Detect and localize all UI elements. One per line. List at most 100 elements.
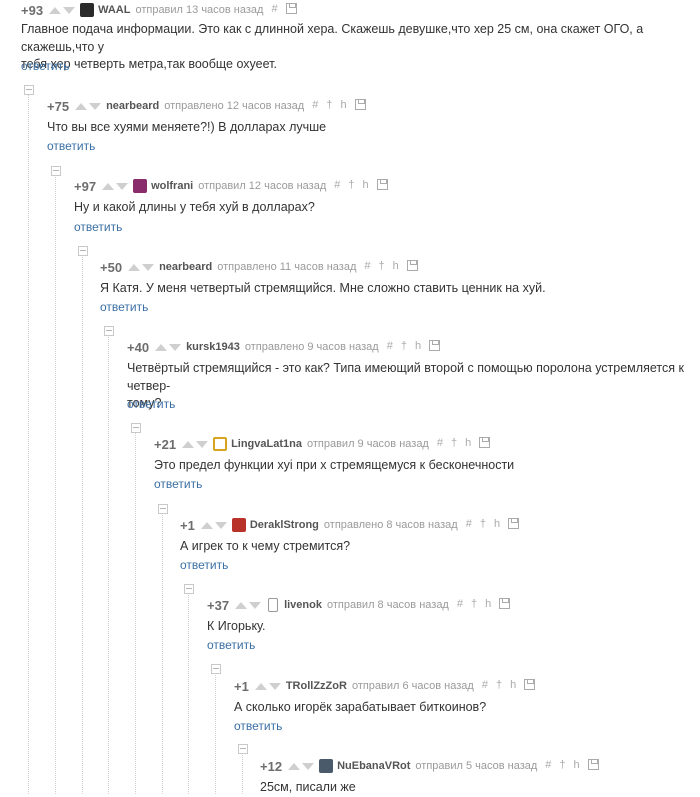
downvote-icon[interactable] bbox=[169, 343, 182, 351]
hash-icon[interactable]: # bbox=[457, 598, 463, 612]
branch-icon[interactable]: h bbox=[415, 340, 421, 354]
upvote-icon[interactable] bbox=[288, 762, 301, 770]
downvote-icon[interactable] bbox=[142, 263, 155, 271]
collapse-toggle[interactable] bbox=[238, 744, 248, 754]
branch-icon[interactable]: h bbox=[574, 759, 580, 773]
branch-icon[interactable]: h bbox=[393, 260, 399, 274]
avatar-icon[interactable] bbox=[231, 518, 246, 532]
save-icon[interactable] bbox=[508, 518, 520, 532]
hash-icon[interactable]: # bbox=[466, 518, 472, 532]
save-icon[interactable] bbox=[524, 679, 536, 693]
pin-icon[interactable]: † bbox=[348, 179, 354, 193]
pin-icon[interactable]: † bbox=[326, 99, 332, 113]
upvote-icon[interactable] bbox=[182, 440, 195, 448]
branch-icon[interactable]: h bbox=[362, 179, 368, 193]
comment-author[interactable]: NuEbanaVRot bbox=[337, 760, 410, 772]
hash-icon[interactable]: # bbox=[482, 679, 488, 693]
thread-line bbox=[135, 432, 136, 794]
reply-link[interactable]: ответить bbox=[74, 220, 122, 234]
avatar-icon[interactable] bbox=[133, 179, 148, 193]
collapse-toggle[interactable] bbox=[104, 326, 114, 336]
downvote-icon[interactable] bbox=[268, 682, 281, 690]
branch-icon[interactable]: h bbox=[465, 437, 471, 451]
comment-author[interactable]: livenok bbox=[284, 599, 322, 611]
collapse-toggle[interactable] bbox=[24, 85, 34, 95]
comment-header: +97 wolfrani отправил 12 часов назад # † h bbox=[74, 178, 388, 194]
reply-link[interactable]: ответить bbox=[47, 139, 95, 153]
pin-icon[interactable]: † bbox=[451, 437, 457, 451]
collapse-toggle[interactable] bbox=[78, 246, 88, 256]
downvote-icon[interactable] bbox=[302, 762, 315, 770]
comment-author[interactable]: kursk1943 bbox=[186, 341, 240, 353]
upvote-icon[interactable] bbox=[155, 343, 168, 351]
collapse-toggle[interactable] bbox=[184, 584, 194, 594]
reply-link[interactable]: ответить bbox=[154, 477, 202, 491]
hash-icon[interactable]: # bbox=[334, 179, 340, 193]
pin-icon[interactable]: † bbox=[379, 260, 385, 274]
pin-icon[interactable]: † bbox=[471, 598, 477, 612]
downvote-icon[interactable] bbox=[116, 182, 129, 190]
comment-author[interactable]: nearbeard bbox=[159, 261, 212, 273]
hash-icon[interactable]: # bbox=[437, 437, 443, 451]
comment-author[interactable]: LingvaLat1na bbox=[231, 438, 302, 450]
downvote-icon[interactable] bbox=[89, 102, 102, 110]
save-icon[interactable] bbox=[376, 179, 388, 193]
save-icon[interactable] bbox=[587, 759, 599, 773]
collapse-toggle[interactable] bbox=[158, 504, 168, 514]
upvote-icon[interactable] bbox=[235, 601, 248, 609]
avatar-icon[interactable] bbox=[319, 759, 334, 773]
comment-time: отправлено 11 часов назад bbox=[217, 261, 357, 273]
upvote-icon[interactable] bbox=[200, 521, 213, 529]
branch-icon[interactable]: h bbox=[510, 679, 516, 693]
upvote-icon[interactable] bbox=[49, 6, 62, 14]
comment-author[interactable]: WAAL bbox=[98, 4, 130, 16]
save-icon[interactable] bbox=[406, 260, 418, 274]
comment-actions: # † h bbox=[482, 679, 536, 693]
hash-icon[interactable]: # bbox=[271, 3, 277, 17]
comment-author[interactable]: TRollZzZoR bbox=[286, 680, 347, 692]
downvote-icon[interactable] bbox=[214, 521, 227, 529]
vote-controls bbox=[155, 343, 182, 351]
reply-link[interactable]: ответить bbox=[21, 59, 69, 73]
pin-icon[interactable]: † bbox=[496, 679, 502, 693]
reply-link[interactable]: ответить bbox=[207, 638, 255, 652]
branch-icon[interactable]: h bbox=[494, 518, 500, 532]
collapse-toggle[interactable] bbox=[131, 423, 141, 433]
reply-link[interactable]: ответить bbox=[100, 300, 148, 314]
downvote-icon[interactable] bbox=[63, 6, 76, 14]
downvote-icon[interactable] bbox=[249, 601, 262, 609]
avatar-icon[interactable] bbox=[268, 598, 279, 612]
comment-author[interactable]: nearbeard bbox=[106, 100, 159, 112]
upvote-icon[interactable] bbox=[254, 682, 267, 690]
reply-link[interactable]: ответить bbox=[127, 397, 175, 411]
hash-icon[interactable]: # bbox=[364, 260, 370, 274]
upvote-icon[interactable] bbox=[102, 182, 115, 190]
pin-icon[interactable]: † bbox=[480, 518, 486, 532]
upvote-icon[interactable] bbox=[75, 102, 88, 110]
upvote-icon[interactable] bbox=[128, 263, 141, 271]
hash-icon[interactable]: # bbox=[312, 99, 318, 113]
reply-link[interactable]: ответить bbox=[180, 558, 228, 572]
hash-icon[interactable]: # bbox=[387, 340, 393, 354]
save-icon[interactable] bbox=[499, 598, 511, 612]
comment-header: +12 NuEbanaVRot отправил 5 часов назад #… bbox=[260, 758, 599, 774]
reply-link[interactable]: ответить bbox=[234, 719, 282, 733]
save-icon[interactable] bbox=[479, 437, 491, 451]
collapse-toggle[interactable] bbox=[211, 664, 221, 674]
branch-icon[interactable]: h bbox=[485, 598, 491, 612]
branch-icon[interactable]: h bbox=[340, 99, 346, 113]
avatar-icon[interactable] bbox=[213, 437, 228, 451]
collapse-toggle[interactable] bbox=[51, 166, 61, 176]
comment-author[interactable]: wolfrani bbox=[151, 180, 193, 192]
comment-author[interactable]: DeraklStrong bbox=[250, 519, 319, 531]
vote-controls bbox=[254, 682, 281, 690]
avatar-icon[interactable] bbox=[80, 3, 95, 17]
downvote-icon[interactable] bbox=[196, 440, 209, 448]
comment-rating: +97 bbox=[74, 178, 97, 194]
save-icon[interactable] bbox=[429, 340, 441, 354]
save-icon[interactable] bbox=[285, 3, 297, 17]
pin-icon[interactable]: † bbox=[401, 340, 407, 354]
hash-icon[interactable]: # bbox=[545, 759, 551, 773]
save-icon[interactable] bbox=[354, 99, 366, 113]
pin-icon[interactable]: † bbox=[559, 759, 565, 773]
